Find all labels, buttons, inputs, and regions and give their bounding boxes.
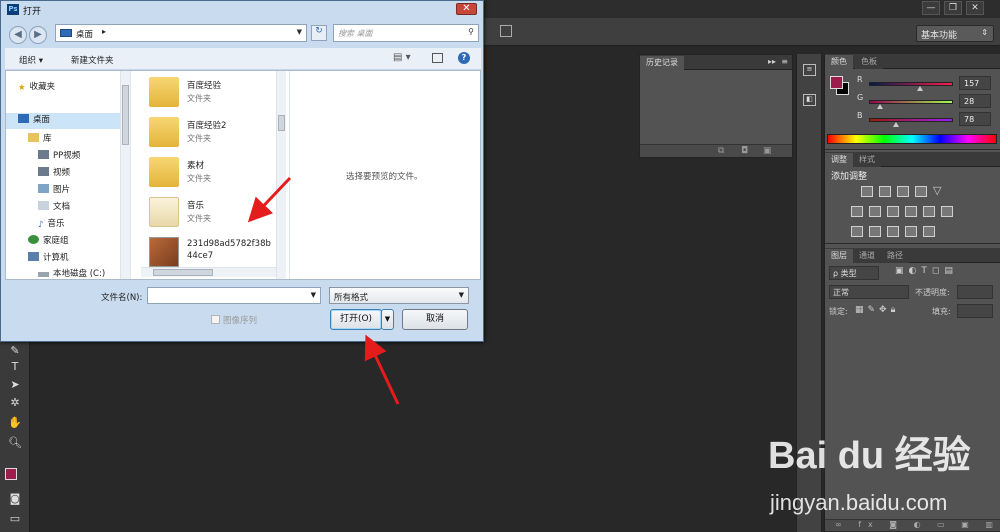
arrow-to-file bbox=[247, 176, 292, 223]
fg-color-swatch[interactable] bbox=[830, 76, 843, 89]
arrow-to-open-button bbox=[364, 334, 400, 405]
annotation-arrows bbox=[247, 176, 400, 405]
